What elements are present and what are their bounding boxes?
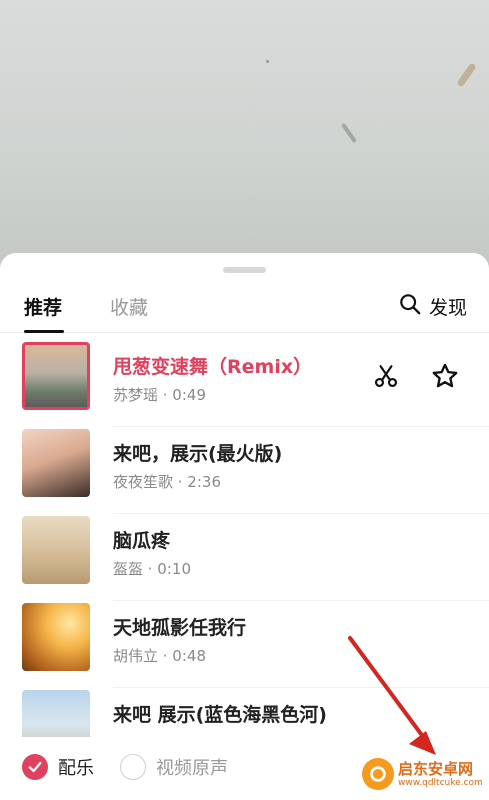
drag-handle[interactable] xyxy=(223,267,266,273)
scissors-icon[interactable] xyxy=(372,362,400,390)
song-cover xyxy=(22,603,90,671)
video-speck xyxy=(266,60,269,63)
watermark-name: 启东安卓网 xyxy=(398,759,474,778)
song-title: 来吧，展示(最火版) xyxy=(113,443,283,465)
star-icon[interactable] xyxy=(431,362,459,390)
song-item[interactable]: 脑瓜疼 盔盔 · 0:10 xyxy=(0,514,489,601)
video-preview xyxy=(0,0,489,290)
song-title: 甩葱变速舞（Remix） xyxy=(113,356,313,378)
song-cover xyxy=(22,516,90,584)
song-meta: 苏梦瑶 · 0:49 xyxy=(113,386,206,404)
song-list: 甩葱变速舞（Remix） 苏梦瑶 · 0:49 来吧，展示(最火版) 夜夜笙歌 … xyxy=(0,340,489,775)
original-sound-option[interactable]: 视频原声 xyxy=(120,754,228,780)
watermark-url: www.qdltcuke.com xyxy=(398,777,483,788)
song-meta: 夜夜笙歌 · 2:36 xyxy=(113,473,221,491)
video-speck xyxy=(341,122,357,144)
tab-recommended[interactable]: 推荐 xyxy=(24,293,62,320)
discover-label: 发现 xyxy=(428,297,467,319)
song-title: 脑瓜疼 xyxy=(113,530,171,552)
music-option-label: 配乐 xyxy=(58,758,94,779)
music-picker-sheet: 推荐 收藏 发现 甩葱变速舞（Remix） 苏梦瑶 · 0:49 来吧，展示(最… xyxy=(0,253,489,800)
checkmark-icon xyxy=(22,754,48,780)
song-cover xyxy=(22,429,90,497)
search-icon xyxy=(399,293,421,320)
tab-favorites[interactable]: 收藏 xyxy=(110,293,148,320)
discover-button[interactable]: 发现 xyxy=(399,293,467,320)
song-title: 天地孤影任我行 xyxy=(113,617,247,639)
video-speck xyxy=(456,62,477,88)
tab-bar: 推荐 收藏 发现 xyxy=(0,289,489,333)
song-item[interactable]: 甩葱变速舞（Remix） 苏梦瑶 · 0:49 xyxy=(0,340,489,427)
music-option[interactable]: 配乐 xyxy=(22,754,94,780)
song-meta: 盔盔 · 0:10 xyxy=(113,560,191,578)
song-meta: 胡伟立 · 0:48 xyxy=(113,647,206,665)
watermark-logo-icon xyxy=(362,758,394,790)
song-item[interactable]: 天地孤影任我行 胡伟立 · 0:48 xyxy=(0,601,489,688)
song-item[interactable]: 来吧，展示(最火版) 夜夜笙歌 · 2:36 xyxy=(0,427,489,514)
site-watermark: 启东安卓网 www.qdltcuke.com xyxy=(362,758,483,790)
song-cover xyxy=(22,342,90,410)
active-tab-indicator xyxy=(24,330,64,333)
original-sound-label: 视频原声 xyxy=(156,758,228,779)
unchecked-circle-icon xyxy=(120,754,146,780)
song-title: 来吧 展示(蓝色海黑色河) xyxy=(113,704,327,726)
